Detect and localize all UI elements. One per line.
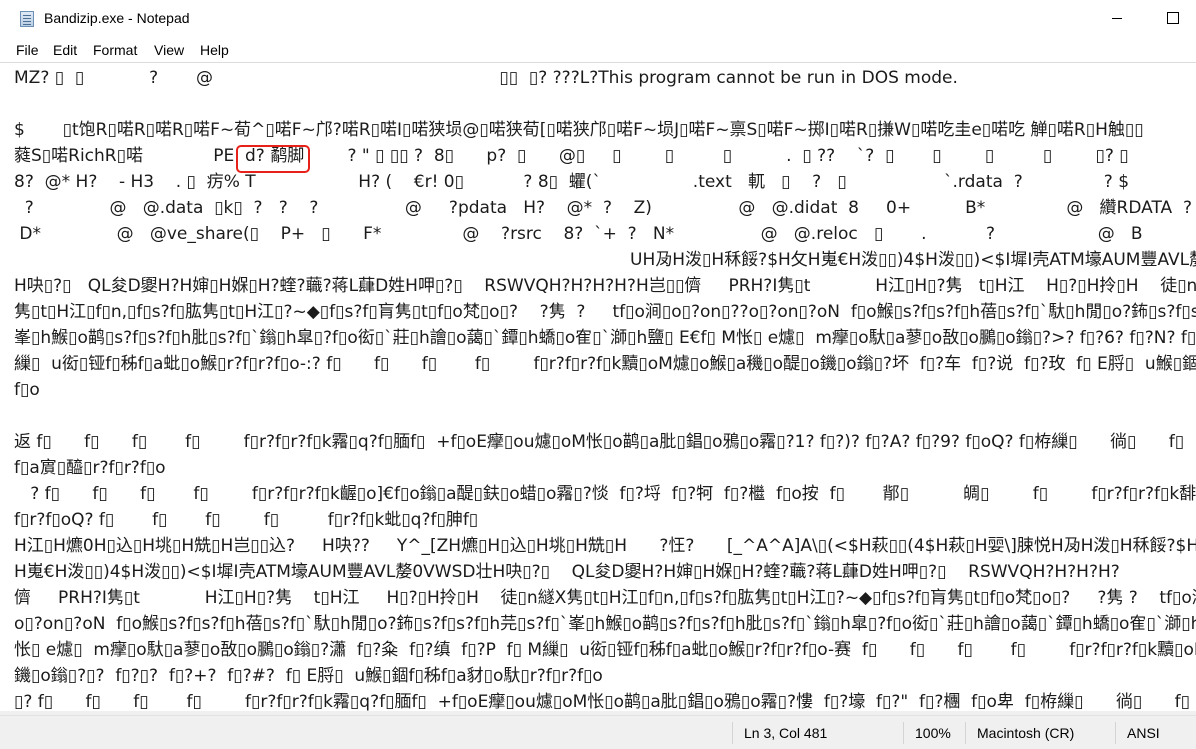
editor-line: UH夃H泼▯H秝餒?$H攵H嵬€H泼▯▯)4$H泼▯▯)<$I墀I壳ATM壕AU… bbox=[14, 250, 1196, 270]
menu-edit[interactable]: Edit bbox=[53, 42, 77, 58]
editor-line: 繅▯ u衒▯铔f▯秭f▯a蚍▯o鯸▯r?f▯r?f▯o-:? f▯ f▯ f▯ … bbox=[14, 354, 1196, 374]
editor-line: f▯o bbox=[14, 380, 40, 400]
editor-line: H吷▯?▯ QL夋D夓H?H婶▯H媬▯H?蝰?蘵?蒋L蕼D姓H呷▯?▯ RSWV… bbox=[14, 276, 1196, 296]
menu-file[interactable]: File bbox=[16, 42, 39, 58]
editor-line: 8? @* H? - H3 . ▯ 疠% T H? ( €r! 0▯ ? 8▯ … bbox=[14, 172, 1130, 192]
menu-format[interactable]: Format bbox=[93, 42, 137, 58]
editor-line: H嵬€H泼▯▯)4$H泼▯▯)<$I墀I壳ATM壕AUM豐AVL嫠0VWSD壮H… bbox=[14, 562, 1120, 582]
editor-line: ? @ @.data ▯k▯ ? ? ? @ ?pdata H? @* ? Z)… bbox=[14, 198, 1196, 218]
status-divider bbox=[903, 722, 904, 744]
minimize-icon bbox=[1112, 17, 1122, 19]
status-divider bbox=[965, 722, 966, 744]
title-bar: Bandizip.exe - Notepad bbox=[0, 0, 1196, 38]
notepad-icon bbox=[20, 11, 34, 27]
notepad-window: Bandizip.exe - Notepad File Edit Format … bbox=[0, 0, 1196, 749]
editor-line: 返 f▯ f▯ f▯ f▯ f▯r?f▯r?f▯k霿▯q?f▯腼f▯ +f▯oE… bbox=[14, 432, 1185, 452]
editor-line: f▯a賔▯醯▯r?f▯r?f▯o bbox=[14, 458, 166, 478]
minimize-button[interactable] bbox=[1094, 0, 1140, 36]
text-editor-area[interactable]: ▯? f▯ f▯ f▯ f▯ f▯r?f▯r?f▯k霿▯q?f▯腼f▯ +f▯o… bbox=[0, 62, 1196, 712]
editor-line: ? f▯ f▯ f▯ f▯ f▯r?f▯r?f▯k齷▯o]€f▯o鎓▯a醍▯鈇▯… bbox=[30, 484, 1196, 504]
editor-line: H江▯H爊0H▯込▯H垗▯H兟▯H岂▯▯込? H吷?? Y^_[ZH爊▯H▯込▯… bbox=[14, 536, 1196, 556]
editor-line: 怅▯ e爈▯ m癴▯o馱▯a蓼▯o敔▯o鵩▯o鎓▯?瀟 f▯?粂 f▯?缜 f▯… bbox=[14, 640, 1196, 660]
maximize-button[interactable] bbox=[1150, 0, 1196, 36]
editor-line: MZ? ▯ ▯ ? @ ▯▯ ▯? ???L?This program cann… bbox=[14, 68, 958, 88]
line-ending: Macintosh (CR) bbox=[977, 725, 1075, 741]
cursor-position: Ln 3, Col 481 bbox=[744, 725, 828, 741]
editor-line: 峯▯h鯸▯o鹋▯s?f▯s?f▯h肶▯s?f▯`鎓▯h皐▯?f▯o衒▯`莊▯h譮… bbox=[14, 328, 1196, 348]
editor-line: 鐖▯o鎓▯?▯? f▯?▯? f▯?+? f▯?#? f▯ E脟▯ u鯸▯錮f▯… bbox=[14, 666, 603, 686]
status-bar: Ln 3, Col 481 100% Macintosh (CR) ANSI bbox=[0, 715, 1196, 749]
pe-signature-highlight bbox=[236, 145, 310, 173]
editor-line: D* @ @ve_share(▯ P+ ▯ F* @ ?rsrc 8? `+ ?… bbox=[14, 224, 1143, 244]
maximize-icon bbox=[1167, 12, 1179, 24]
editor-line: 隽▯t▯H江▯f▯n,▯f▯s?f▯肱隽▯t▯H江▯?~◆▯f▯s?f▯肓隽▯t… bbox=[14, 302, 1196, 322]
editor-line: 儕 PRH?I隽▯t H江▯H▯?隽 t▯H江 H▯?▯H拎▯H 徒▯n繸X隽▯… bbox=[14, 588, 1196, 608]
menu-help[interactable]: Help bbox=[200, 42, 229, 58]
editor-line: $ ▯t饱R▯喏R▯喏R▯喏F~荀^▯喏F~邝?喏R▯喏I▯喏狭埙@▯喏狭荀[▯… bbox=[14, 120, 1144, 140]
status-divider bbox=[1115, 722, 1116, 744]
editor-line: ▯? f▯ f▯ f▯ f▯ f▯r?f▯r?f▯k霿▯q?f▯腼f▯ +f▯o… bbox=[14, 692, 1190, 712]
encoding: ANSI bbox=[1127, 725, 1160, 741]
menu-view[interactable]: View bbox=[154, 42, 184, 58]
editor-line: 蕤S▯喏RichR▯喏 PE d? 鹬脚 ? " ▯ ▯▯ ? 8▯ p? ▯ … bbox=[14, 146, 1129, 166]
editor-line: o▯?on▯?oN f▯o鯸▯s?f▯s?f▯h蓓▯s?f▯`馱▯h閒▯o?鈽▯… bbox=[14, 614, 1196, 634]
window-title: Bandizip.exe - Notepad bbox=[44, 10, 190, 26]
zoom-level: 100% bbox=[915, 725, 951, 741]
menu-bar: File Edit Format View Help bbox=[0, 38, 1196, 62]
editor-line: f▯r?f▯oQ? f▯ f▯ f▯ f▯ f▯r?f▯k蚍▯q?f▯胂f▯ bbox=[14, 510, 479, 530]
status-divider bbox=[732, 722, 733, 744]
